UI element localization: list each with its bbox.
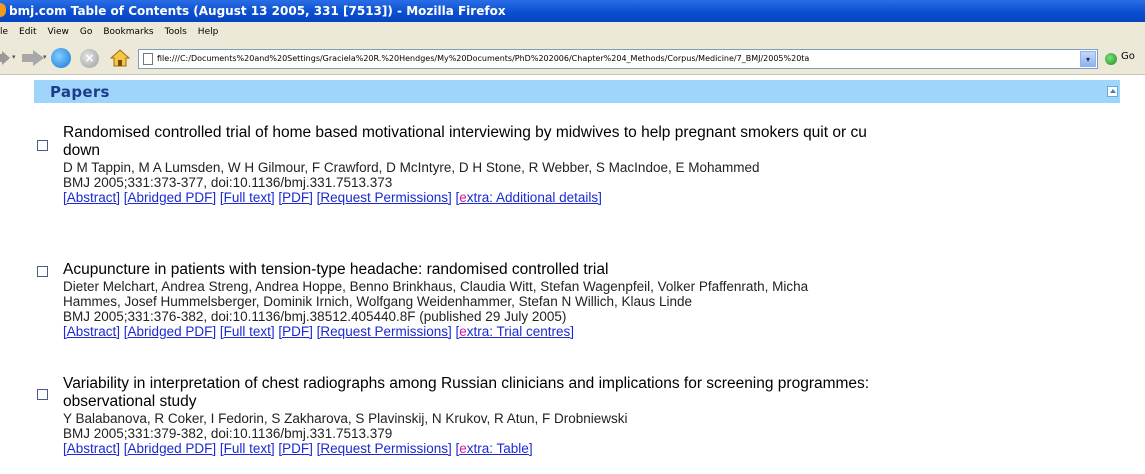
section-header: Papers (34, 80, 1120, 103)
article-item: Acupuncture in patients with tension-typ… (63, 261, 808, 339)
pdf-link[interactable]: [PDF] (278, 441, 313, 456)
go-button[interactable]: Go (1121, 51, 1135, 62)
menu-view[interactable]: View (47, 22, 68, 42)
go-icon[interactable] (1105, 53, 1117, 65)
menu-file[interactable]: le (0, 22, 8, 42)
article-checkbox[interactable] (37, 140, 48, 151)
menu-bookmarks[interactable]: Bookmarks (103, 22, 153, 42)
article-authors-cont: Hammes, Josef Hummelsberger, Dominik Irn… (63, 294, 693, 309)
abstract-link[interactable]: [Abstract] (63, 324, 120, 339)
abridged-pdf-link[interactable]: [Abridged PDF] (124, 441, 216, 456)
menu-tools[interactable]: Tools (165, 22, 187, 42)
extra-link[interactable]: [extra: Trial centres] (456, 324, 575, 339)
forward-arrow-icon[interactable] (22, 50, 44, 66)
extra-link[interactable]: [extra: Additional details] (456, 190, 602, 205)
forward-dropdown-icon[interactable]: ▾ (43, 53, 47, 61)
firefox-icon (0, 3, 6, 17)
extra-link[interactable]: [extra: Table] (456, 441, 533, 456)
window-titlebar: bmj.com Table of Contents (August 13 200… (0, 0, 1145, 22)
full-text-link[interactable]: [Full text] (220, 441, 275, 456)
abridged-pdf-link[interactable]: [Abridged PDF] (124, 324, 216, 339)
reload-icon[interactable] (51, 48, 71, 68)
article-authors: Dieter Melchart, Andrea Streng, Andrea H… (63, 279, 809, 294)
request-permissions-link[interactable]: [Request Permissions] (317, 324, 452, 339)
back-arrow-icon[interactable] (0, 51, 10, 65)
article-authors: D M Tappin, M A Lumsden, W H Gilmour, F … (63, 160, 760, 175)
pdf-link[interactable]: [PDF] (278, 190, 313, 205)
request-permissions-link[interactable]: [Request Permissions] (317, 441, 452, 456)
article-title: Acupuncture in patients with tension-typ… (63, 261, 609, 278)
menu-edit[interactable]: Edit (19, 22, 36, 42)
menu-help[interactable]: Help (198, 22, 219, 42)
article-citation: BMJ 2005;331:379-382, doi:10.1136/bmj.33… (63, 426, 393, 441)
home-icon[interactable] (110, 48, 130, 68)
article-title-cont: observational study (63, 393, 197, 410)
article-checkbox[interactable] (37, 389, 48, 400)
article-title: Randomised controlled trial of home base… (63, 124, 867, 141)
article-citation: BMJ 2005;331:376-382, doi:10.1136/bmj.38… (63, 309, 567, 324)
navigation-toolbar: ▾ ▾ × file:///C:/Documents%20and%20Setti… (0, 42, 1145, 75)
article-title: Variability in interpretation of chest r… (63, 375, 870, 392)
article-links: [Abstract] [Abridged PDF] [Full text] [P… (63, 324, 808, 339)
request-permissions-link[interactable]: [Request Permissions] (317, 190, 452, 205)
article-title-cont: down (63, 142, 101, 159)
article-links: [Abstract] [Abridged PDF] [Full text] [P… (63, 190, 867, 205)
extra-label: xtra: Additional details] (466, 190, 602, 205)
article-item: Randomised controlled trial of home base… (63, 124, 867, 205)
menu-go[interactable]: Go (80, 22, 92, 42)
menu-bar: le Edit View Go Bookmarks Tools Help (0, 22, 1145, 42)
article-links: [Abstract] [Abridged PDF] [Full text] [P… (63, 441, 869, 456)
abstract-link[interactable]: [Abstract] (63, 441, 120, 456)
article-authors: Y Balabanova, R Coker, I Fedorin, S Zakh… (63, 411, 628, 426)
stop-icon[interactable]: × (80, 49, 99, 68)
extra-e-letter: e (459, 190, 467, 205)
page-icon (143, 53, 153, 65)
back-to-top-icon[interactable] (1107, 86, 1118, 97)
extra-label: xtra: Trial centres] (466, 324, 575, 339)
address-url: file:///C:/Documents%20and%20Settings/Gr… (157, 54, 810, 63)
article-checkbox[interactable] (37, 266, 48, 277)
address-dropdown-icon[interactable]: ▾ (1080, 51, 1096, 67)
extra-e-letter: e (459, 441, 467, 456)
address-bar[interactable]: file:///C:/Documents%20and%20Settings/Gr… (138, 49, 1098, 69)
section-title: Papers (50, 83, 110, 101)
abstract-link[interactable]: [Abstract] (63, 190, 120, 205)
pdf-link[interactable]: [PDF] (278, 324, 313, 339)
full-text-link[interactable]: [Full text] (220, 324, 275, 339)
full-text-link[interactable]: [Full text] (220, 190, 275, 205)
extra-e-letter: e (459, 324, 467, 339)
article-citation: BMJ 2005;331:373-377, doi:10.1136/bmj.33… (63, 175, 393, 190)
extra-label: xtra: Table] (466, 441, 533, 456)
window-title: bmj.com Table of Contents (August 13 200… (9, 4, 506, 18)
article-item: Variability in interpretation of chest r… (63, 375, 869, 456)
back-dropdown-icon[interactable]: ▾ (12, 53, 16, 61)
abridged-pdf-link[interactable]: [Abridged PDF] (124, 190, 216, 205)
